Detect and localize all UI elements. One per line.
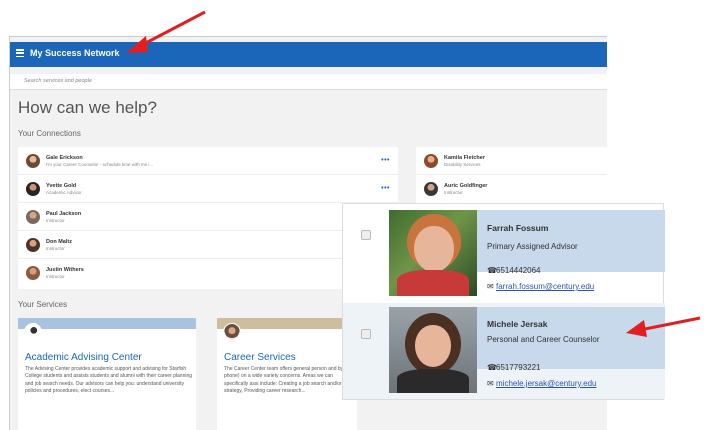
annotation-arrows: [126, 10, 701, 337]
arrow-to-counselor-icon: [626, 316, 701, 337]
arrow-to-title-icon: [126, 10, 206, 53]
